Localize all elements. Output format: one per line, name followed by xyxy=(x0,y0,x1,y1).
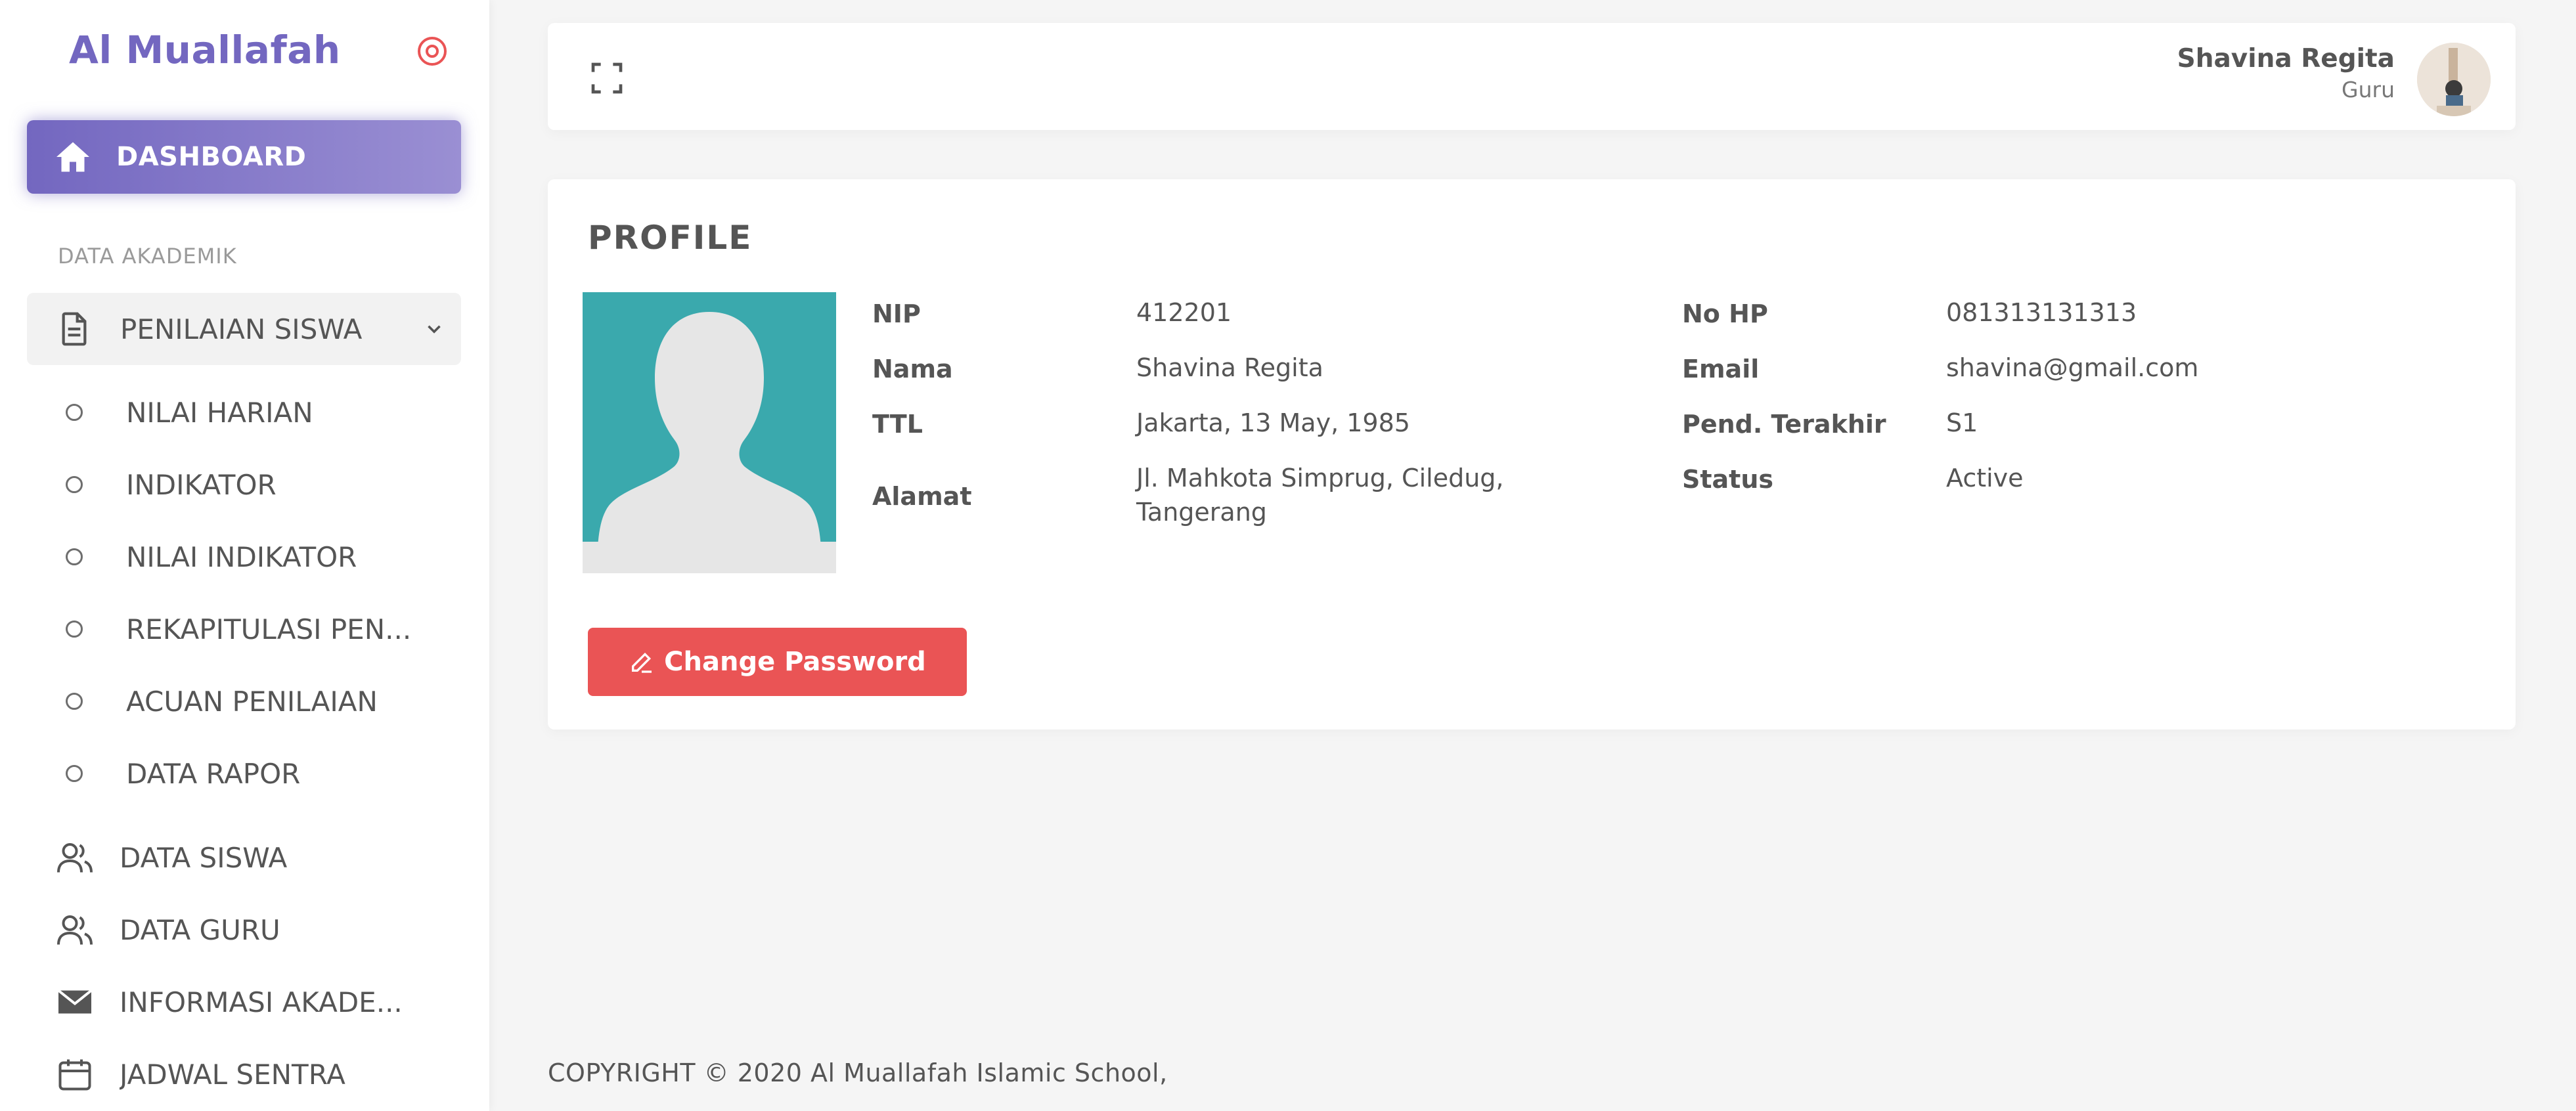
sidebar-group-penilaian-siswa[interactable]: PENILAIAN SISWA xyxy=(27,293,461,365)
profile-photo xyxy=(583,292,836,573)
edit-icon xyxy=(632,652,652,673)
sidebar-subitem-rekapitulasi[interactable]: REKAPITULASI PEN... xyxy=(0,593,489,665)
circle-icon xyxy=(66,404,83,421)
sidebar-item-label: DATA SISWA xyxy=(120,841,288,874)
users-icon xyxy=(57,843,93,873)
sidebar-subitem-indikator[interactable]: INDIKATOR xyxy=(0,448,489,521)
envelope-icon xyxy=(57,989,93,1014)
user-role: Guru xyxy=(2342,77,2395,102)
circle-icon xyxy=(66,548,83,565)
sidebar-item-label: INFORMASI AKADE... xyxy=(120,986,403,1018)
sidebar-item-data-siswa[interactable]: DATA SISWA xyxy=(0,821,489,894)
avatar-image xyxy=(2417,43,2491,116)
sidebar-item-label: DASHBOARD xyxy=(116,142,307,172)
value-nama: Shavina Regita xyxy=(1136,353,1323,382)
sidebar: Al Muallafah DASHBOARD DATA AKADEMIK PEN… xyxy=(0,0,489,1111)
change-password-label: Change Password xyxy=(664,647,926,677)
card-title: PROFILE xyxy=(588,219,753,257)
sidebar-group-label: PENILAIAN SISWA xyxy=(120,313,363,345)
brand-logo[interactable]: Al Muallafah xyxy=(69,28,341,72)
sidebar-item-jadwal-sentra[interactable]: JADWAL SENTRA xyxy=(0,1038,489,1110)
circle-icon xyxy=(66,693,83,710)
value-alamat: Jl. Mahkota Simprug, Ciledug, Tangerang xyxy=(1136,464,1504,527)
change-password-button[interactable]: Change Password xyxy=(588,628,967,696)
sidebar-subitem-label: INDIKATOR xyxy=(126,468,277,501)
sidebar-subitem-label: NILAI INDIKATOR xyxy=(126,540,357,573)
top-navbar: Shavina Regita Guru xyxy=(548,23,2516,130)
sidebar-subitem-data-rapor[interactable]: DATA RAPOR xyxy=(0,737,489,810)
label-nama: Nama xyxy=(872,355,953,383)
label-alamat: Alamat xyxy=(872,482,972,511)
label-email: Email xyxy=(1682,355,1760,383)
sidebar-subitem-label: ACUAN PENILAIAN xyxy=(126,685,378,718)
calendar-icon xyxy=(58,1059,91,1091)
fullscreen-icon[interactable] xyxy=(588,60,625,97)
sidebar-subitem-label: DATA RAPOR xyxy=(126,757,301,790)
avatar[interactable] xyxy=(2417,43,2491,116)
user-name[interactable]: Shavina Regita xyxy=(2177,44,2395,74)
circle-icon xyxy=(66,621,83,638)
label-pend-terakhir: Pend. Terakhir xyxy=(1682,410,1886,439)
users-icon xyxy=(57,915,93,945)
value-ttl: Jakarta, 13 May, 1985 xyxy=(1136,408,1410,437)
chevron-down-icon xyxy=(428,325,441,334)
circle-icon xyxy=(66,765,83,782)
profile-card: PROFILE NIP 412201 Nama Shavina Regita T… xyxy=(548,179,2516,730)
sidebar-subitem-label: REKAPITULASI PEN... xyxy=(126,613,412,645)
value-pend-terakhir: S1 xyxy=(1946,408,1978,437)
sidebar-subitem-nilai-harian[interactable]: NILAI HARIAN xyxy=(0,376,489,448)
label-nip: NIP xyxy=(872,299,921,328)
sidebar-item-informasi-akademik[interactable]: INFORMASI AKADE... xyxy=(0,966,489,1038)
sidebar-item-dashboard[interactable]: DASHBOARD xyxy=(27,120,461,194)
value-no-hp: 081313131313 xyxy=(1946,298,2137,327)
circle-icon xyxy=(66,476,83,493)
sidebar-item-label: DATA GURU xyxy=(120,913,280,946)
document-icon xyxy=(62,312,87,346)
label-ttl: TTL xyxy=(872,410,923,439)
value-status: Active xyxy=(1946,464,2024,492)
sidebar-subitem-label: NILAI HARIAN xyxy=(126,396,313,429)
label-status: Status xyxy=(1682,465,1774,494)
home-icon xyxy=(56,142,89,172)
footer-copyright: COPYRIGHT © 2020 Al Muallafah Islamic Sc… xyxy=(548,1058,1168,1087)
label-no-hp: No HP xyxy=(1682,299,1768,328)
sidebar-item-label: JADWAL SENTRA xyxy=(120,1058,345,1091)
sidebar-item-data-guru[interactable]: DATA GURU xyxy=(0,894,489,966)
value-email: shavina@gmail.com xyxy=(1946,353,2199,382)
sidebar-toggle-icon[interactable] xyxy=(415,34,449,68)
sidebar-subitem-acuan-penilaian[interactable]: ACUAN PENILAIAN xyxy=(0,665,489,737)
value-nip: 412201 xyxy=(1136,298,1232,327)
section-title: DATA AKADEMIK xyxy=(58,244,237,269)
sidebar-subitem-nilai-indikator[interactable]: NILAI INDIKATOR xyxy=(0,521,489,593)
